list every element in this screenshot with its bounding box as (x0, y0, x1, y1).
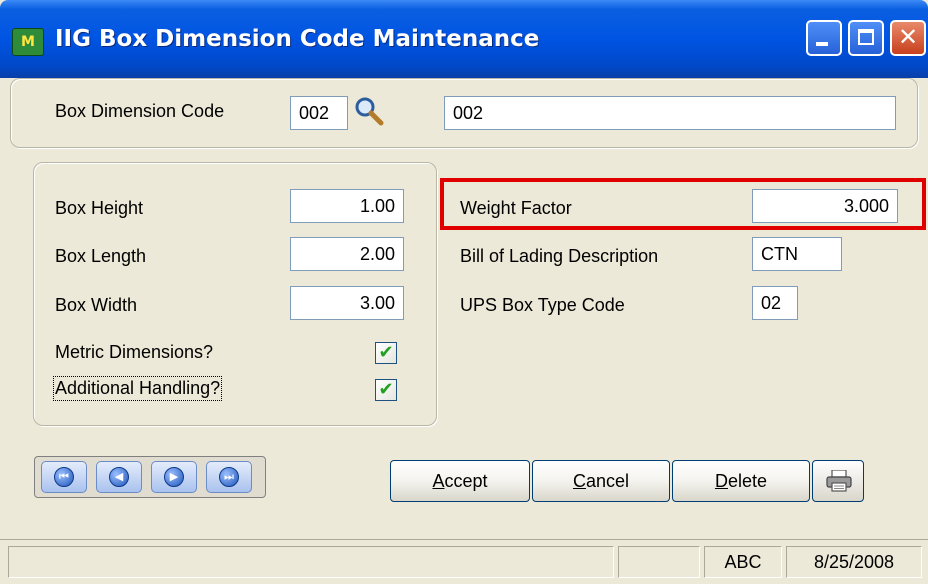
next-record-icon: ▶ (164, 467, 184, 487)
company-code: ABC (704, 546, 782, 578)
ups-box-type-input[interactable]: 02 (752, 286, 798, 320)
metric-dimensions-label: Metric Dimensions? (55, 342, 214, 362)
first-record-icon: ⏮ (54, 467, 74, 487)
additional-handling-label: Additional Handling? (52, 376, 223, 401)
maximize-button[interactable] (848, 20, 884, 56)
accept-label: ccept (444, 471, 488, 491)
first-record-button[interactable]: ⏮ (41, 461, 87, 493)
box-height-input[interactable]: 1.00 (290, 189, 404, 223)
record-navigation: ⏮ ◀ ▶ ⏭ (34, 456, 266, 498)
box-length-label: Box Length (55, 246, 147, 266)
delete-hotkey: D (714, 471, 728, 491)
status-message (8, 546, 614, 578)
close-icon: ✕ (897, 23, 919, 51)
delete-label: elete (727, 471, 768, 491)
printer-icon (826, 470, 852, 492)
delete-button[interactable]: Delete (672, 460, 810, 502)
bill-of-lading-input[interactable]: CTN (752, 237, 842, 271)
search-icon[interactable] (353, 95, 385, 127)
box-length-input[interactable]: 2.00 (290, 237, 404, 271)
box-width-label: Box Width (55, 295, 138, 315)
ups-box-type-label: UPS Box Type Code (460, 295, 625, 315)
minimize-icon (816, 42, 828, 46)
window-title: IIG Box Dimension Code Maintenance (55, 26, 540, 52)
previous-record-icon: ◀ (109, 467, 129, 487)
print-button[interactable] (812, 460, 864, 502)
next-record-button[interactable]: ▶ (151, 461, 197, 493)
weight-factor-input[interactable]: 3.000 (752, 189, 898, 223)
box-dimension-code-label: Box Dimension Code (55, 101, 225, 121)
last-record-icon: ⏭ (219, 467, 239, 487)
title-bar[interactable]: M IIG Box Dimension Code Maintenance ✕ (0, 0, 928, 78)
close-button[interactable]: ✕ (890, 20, 926, 56)
box-dimension-code-input[interactable]: 002 (290, 96, 348, 130)
additional-handling-checkbox[interactable]: ✔ (375, 379, 397, 401)
accept-hotkey: A (432, 471, 445, 491)
description-input[interactable]: 002 (444, 96, 896, 130)
metric-dimensions-checkbox[interactable]: ✔ (375, 342, 397, 364)
accept-button[interactable]: Accept (390, 460, 530, 502)
maximize-icon (858, 29, 874, 45)
cancel-label: ancel (585, 471, 630, 491)
status-bar: ABC 8/25/2008 (0, 539, 928, 584)
box-width-input[interactable]: 3.00 (290, 286, 404, 320)
status-cell-blank (618, 546, 700, 578)
system-date: 8/25/2008 (786, 546, 922, 578)
previous-record-button[interactable]: ◀ (96, 461, 142, 493)
minimize-button[interactable] (806, 20, 842, 56)
last-record-button[interactable]: ⏭ (206, 461, 252, 493)
weight-factor-label: Weight Factor (460, 198, 572, 218)
box-height-label: Box Height (55, 198, 144, 218)
cancel-hotkey: C (572, 471, 586, 491)
bill-of-lading-label: Bill of Lading Description (460, 246, 659, 266)
cancel-button[interactable]: Cancel (532, 460, 670, 502)
app-icon[interactable]: M (12, 28, 44, 56)
